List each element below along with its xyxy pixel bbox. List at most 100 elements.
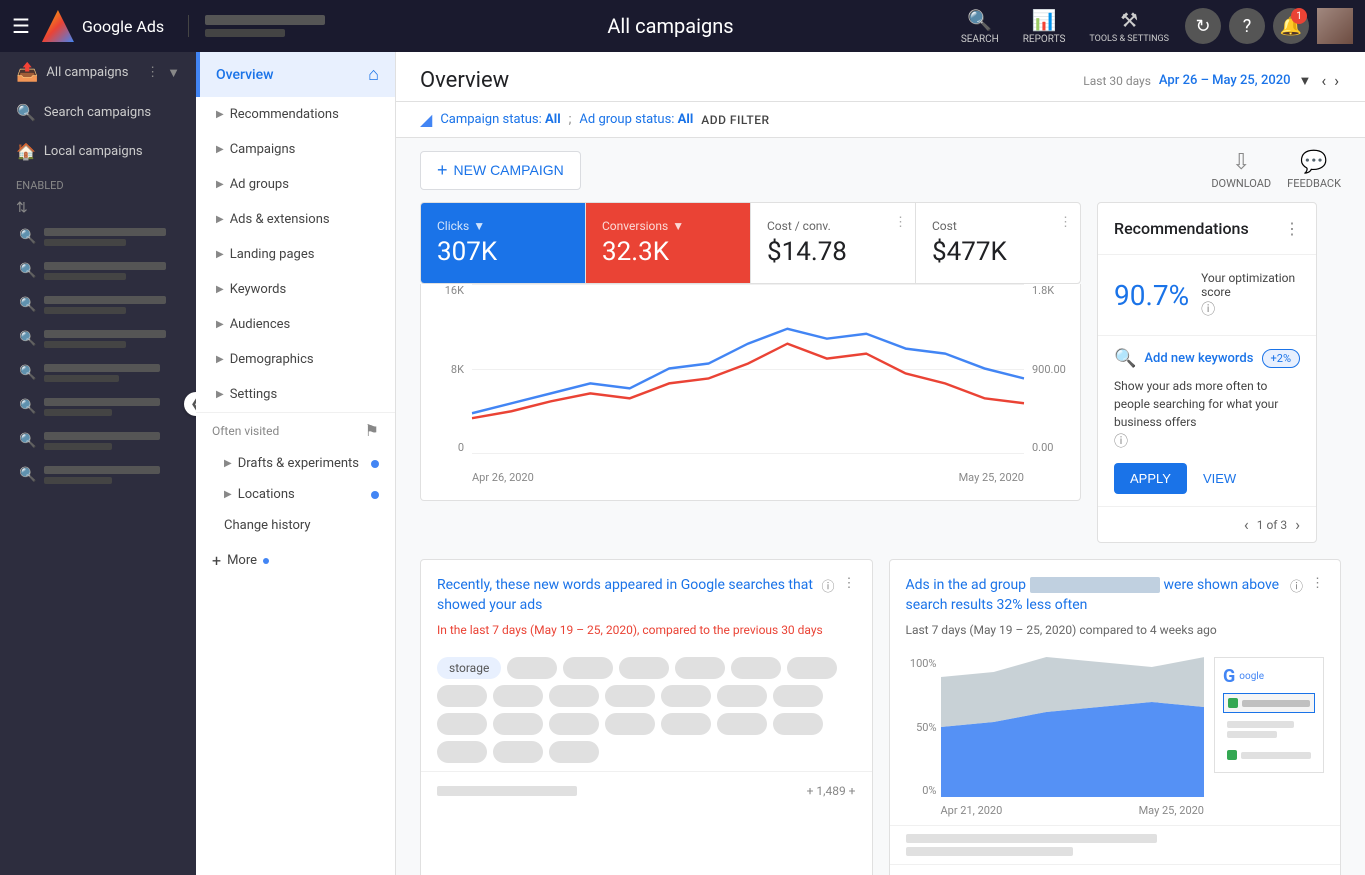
- rec-more-btn[interactable]: ⋮: [1284, 219, 1300, 238]
- keyword-chip[interactable]: [549, 685, 599, 707]
- nav-settings[interactable]: ▶ Settings: [196, 377, 395, 412]
- rec-score-desc: Your optimization score ⓘ: [1201, 271, 1300, 319]
- keyword-chip[interactable]: [437, 685, 487, 707]
- search-campaigns-item[interactable]: 🔍 Search campaigns: [0, 93, 196, 132]
- keyword-chip[interactable]: [773, 685, 823, 707]
- rec-view-btn[interactable]: VIEW: [1195, 463, 1244, 494]
- more-options-icon[interactable]: ⋮: [146, 65, 159, 80]
- keyword-chip[interactable]: [717, 685, 767, 707]
- nav-overview-item[interactable]: Overview ⌂: [196, 52, 395, 97]
- keyword-chip[interactable]: [507, 657, 557, 679]
- metric-cost-conv[interactable]: Cost / conv. $14.78 ⋮: [751, 203, 916, 283]
- nav-audiences-label: Audiences: [230, 317, 379, 332]
- local-campaigns-label: Local campaigns: [44, 144, 143, 159]
- metric-clicks[interactable]: Clicks ▼ 307K: [421, 203, 586, 283]
- legend-dot-green: [1228, 698, 1238, 708]
- nav-campaigns[interactable]: ▶ Campaigns: [196, 132, 395, 167]
- keyword-chip[interactable]: [549, 713, 599, 735]
- campaign-item[interactable]: 🔍: [0, 220, 196, 254]
- nav-drafts-experiments[interactable]: ▶ Drafts & experiments: [196, 448, 395, 479]
- keyword-chip[interactable]: [675, 657, 725, 679]
- keyword-chip[interactable]: [437, 713, 487, 735]
- keyword-chip[interactable]: [437, 741, 487, 763]
- keyword-chip[interactable]: [773, 713, 823, 735]
- date-dropdown-icon[interactable]: ▼: [1299, 73, 1312, 89]
- rec-next-btn[interactable]: ›: [1295, 515, 1300, 534]
- overview-title: Overview: [420, 68, 1083, 93]
- keyword-chip[interactable]: [717, 713, 767, 735]
- campaign-status-filter[interactable]: Campaign status: All: [440, 112, 560, 127]
- metric-more-btn[interactable]: ⋮: [1059, 215, 1072, 230]
- campaign-item[interactable]: 🔍: [0, 458, 196, 492]
- keyword-chip[interactable]: [493, 713, 543, 735]
- metric-more-btn[interactable]: ⋮: [894, 215, 907, 230]
- nav-demographics[interactable]: ▶ Demographics: [196, 342, 395, 377]
- next-date-btn[interactable]: ›: [1332, 69, 1341, 92]
- notification-btn[interactable]: 🔔 1: [1273, 8, 1309, 44]
- area-chart-svg: [941, 657, 1205, 797]
- nav-settings-label: Settings: [230, 387, 379, 402]
- campaign-item[interactable]: 🔍: [0, 356, 196, 390]
- metric-cost[interactable]: Cost $477K ⋮: [916, 203, 1080, 283]
- nav-change-history[interactable]: Change history: [196, 510, 395, 541]
- insight-card2-title: Ads in the ad group ████████ ████ were s…: [906, 576, 1282, 615]
- hamburger-menu[interactable]: ☰: [12, 14, 30, 38]
- nav-locations[interactable]: ▶ Locations: [196, 479, 395, 510]
- campaign-item[interactable]: 🔍: [0, 390, 196, 424]
- bookmark-icon[interactable]: ⚑: [365, 421, 379, 440]
- question-icon[interactable]: ⓘ: [1114, 434, 1128, 450]
- account-menu-btn[interactable]: [1317, 8, 1353, 44]
- all-campaigns-item[interactable]: 📤 All campaigns ⋮ ▼: [0, 52, 196, 93]
- campaign-item[interactable]: 🔍: [0, 288, 196, 322]
- campaign-item[interactable]: 🔍: [0, 254, 196, 288]
- refresh-btn[interactable]: ↻: [1185, 8, 1221, 44]
- nav-audiences[interactable]: ▶ Audiences: [196, 307, 395, 342]
- download-btn[interactable]: ⇩ DOWNLOAD: [1211, 150, 1271, 190]
- nav-recommendations[interactable]: ▶ Recommendations: [196, 97, 395, 132]
- search-action-btn[interactable]: 🔍 SEARCH: [953, 4, 1007, 49]
- more-icon[interactable]: ⋮: [843, 576, 856, 595]
- nav-ads-extensions[interactable]: ▶ Ads & extensions: [196, 202, 395, 237]
- keyword-chip[interactable]: [563, 657, 613, 679]
- keyword-chip[interactable]: [661, 685, 711, 707]
- rec-prev-btn[interactable]: ‹: [1244, 515, 1249, 534]
- feedback-btn[interactable]: 💬 FEEDBACK: [1287, 150, 1341, 190]
- campaign-item[interactable]: 🔍: [0, 322, 196, 356]
- prev-date-btn[interactable]: ‹: [1319, 69, 1328, 92]
- new-campaign-btn[interactable]: + NEW CAMPAIGN: [420, 151, 581, 190]
- ad-group-status-filter[interactable]: Ad group status: All: [579, 112, 693, 127]
- more-icon[interactable]: ⋮: [1311, 576, 1324, 595]
- keyword-chip[interactable]: [605, 685, 655, 707]
- keyword-chip[interactable]: [787, 657, 837, 679]
- keyword-chip[interactable]: [493, 741, 543, 763]
- insight-card-new-words: Recently, these new words appeared in Go…: [420, 559, 873, 875]
- nav-landing-pages[interactable]: ▶ Landing pages: [196, 237, 395, 272]
- nav-keywords[interactable]: ▶ Keywords: [196, 272, 395, 307]
- nav-arrow-icon: ▶: [216, 144, 224, 155]
- local-campaigns-item[interactable]: 🏠 Local campaigns: [0, 132, 196, 171]
- question-icon[interactable]: ⓘ: [1201, 302, 1215, 318]
- date-range-selector: Last 30 days Apr 26 – May 25, 2020 ▼ ‹ ›: [1083, 69, 1341, 92]
- metric-conversions[interactable]: Conversions ▼ 32.3K: [586, 203, 751, 283]
- help-icon[interactable]: ⓘ: [821, 576, 834, 595]
- nav-more-btn[interactable]: + More: [196, 541, 395, 580]
- metrics-rec-row: Clicks ▼ 307K Conversions ▼ 32.3K: [396, 202, 1365, 543]
- rec-apply-btn[interactable]: APPLY: [1114, 463, 1187, 494]
- help-btn[interactable]: ?: [1229, 8, 1265, 44]
- campaign-item[interactable]: 🔍: [0, 424, 196, 458]
- add-filter-btn[interactable]: ADD FILTER: [701, 113, 769, 127]
- reports-action-btn[interactable]: 📊 REPORTS: [1015, 4, 1074, 49]
- insight-card-header: Recently, these new words appeared in Go…: [421, 560, 872, 623]
- keyword-chip[interactable]: [549, 741, 599, 763]
- nav-ad-groups[interactable]: ▶ Ad groups: [196, 167, 395, 202]
- tools-settings-btn[interactable]: ⚒ TOOLS & SETTINGS: [1081, 4, 1177, 49]
- keyword-chip[interactable]: storage: [437, 657, 501, 679]
- keyword-chip[interactable]: [731, 657, 781, 679]
- keyword-chip[interactable]: [493, 685, 543, 707]
- keyword-chip[interactable]: [661, 713, 711, 735]
- keyword-chip[interactable]: [605, 713, 655, 735]
- help-icon[interactable]: ⓘ: [1290, 576, 1303, 595]
- sort-campaigns-btn[interactable]: ⇅: [0, 196, 196, 220]
- keyword-chip[interactable]: [619, 657, 669, 679]
- expand-icon[interactable]: ▼: [167, 65, 180, 81]
